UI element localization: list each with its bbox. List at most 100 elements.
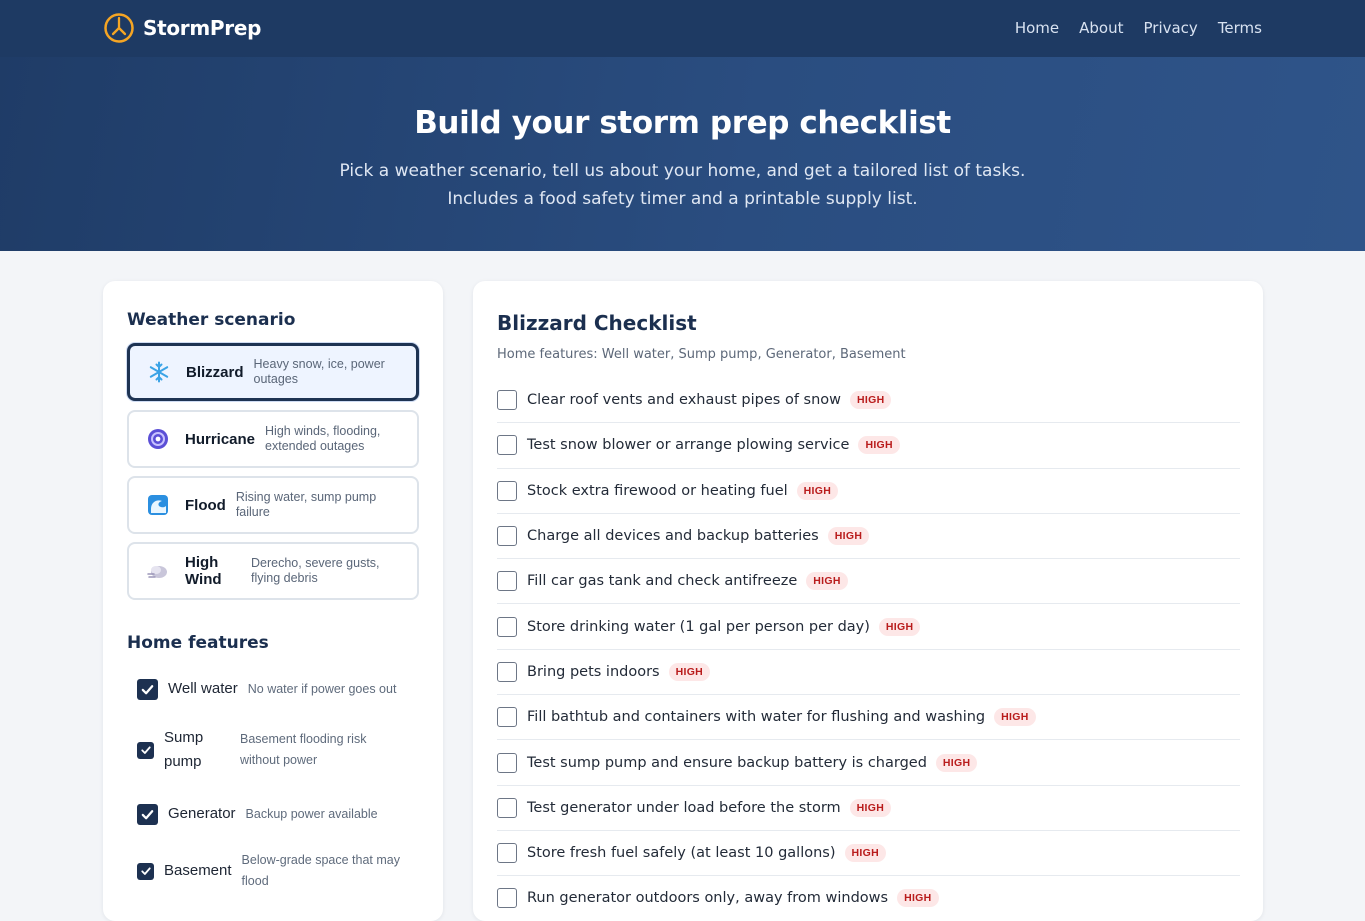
task-label: Store fresh fuel safely (at least 10 gal…: [527, 845, 836, 862]
task-label: Store drinking water (1 gal per person p…: [527, 618, 870, 635]
hero-subtitle: Pick a weather scenario, tell us about y…: [339, 161, 1026, 209]
scenario-desc: High winds, flooding, extended outages: [265, 424, 381, 453]
task-checkbox[interactable]: [497, 526, 517, 547]
checklist-title: Blizzard Checklist: [497, 311, 697, 335]
check-icon: [141, 684, 154, 694]
scenario-name: Flood: [185, 496, 226, 514]
feature-sump-pump[interactable]: Sump pump Basement flooding risk without…: [137, 726, 380, 774]
checkbox-checked[interactable]: [137, 862, 154, 880]
priority-badge: HIGH: [849, 798, 892, 817]
wind-icon: [147, 560, 169, 582]
priority-badge: HIGH: [850, 391, 892, 410]
task-checkbox[interactable]: [497, 888, 517, 909]
feature-well-water[interactable]: Well water No water if power goes out: [137, 677, 396, 701]
checkbox-checked[interactable]: [137, 803, 158, 825]
check-icon: [140, 867, 151, 875]
priority-badge: HIGH: [827, 527, 870, 546]
priority-badge: HIGH: [897, 889, 939, 908]
settings-panel: Weather scenario Blizzard Heavy snow, ic…: [103, 281, 443, 921]
scenario-flood[interactable]: Flood Rising water, sump pump failure: [127, 476, 419, 534]
priority-badge: HIGH: [806, 572, 848, 591]
feature-desc: No water if power goes out: [247, 681, 397, 696]
home-features-summary: Home features: Well water, Sump pump, Ge…: [497, 347, 906, 362]
task-row[interactable]: Charge all devices and backup batteries H…: [497, 514, 1240, 560]
task-label: Test generator under load before the sto…: [527, 799, 841, 816]
task-checkbox[interactable]: [497, 752, 517, 773]
feature-desc: Basement flooding risk without power: [240, 732, 367, 767]
task-checkbox[interactable]: [497, 661, 517, 682]
scenario-desc: Heavy snow, ice, power outages: [253, 357, 385, 386]
task-row[interactable]: Bring pets indoors HIGH: [497, 650, 1240, 696]
snowflake-icon: [148, 361, 170, 383]
task-row[interactable]: Fill car gas tank and check antifreeze HI…: [497, 559, 1240, 605]
features-section-title: Home features: [127, 633, 269, 653]
task-checkbox[interactable]: [497, 390, 517, 411]
hero-banner: Build your storm prep checklist Pick a w…: [0, 57, 1365, 251]
scenario-name: Blizzard: [186, 363, 244, 381]
task-label: Run generator outdoors only, away from w…: [527, 890, 889, 907]
scenario-high-wind[interactable]: High Wind Derecho, severe gusts, flying …: [127, 542, 419, 600]
priority-badge: HIGH: [935, 753, 978, 772]
checkbox-checked[interactable]: [137, 678, 158, 700]
task-row[interactable]: Store fresh fuel safely (at least 10 gal…: [497, 831, 1240, 877]
checklist-panel: Blizzard Checklist Home features: Well w…: [473, 281, 1263, 921]
task-label: Fill bathtub and containers with water f…: [527, 709, 986, 726]
priority-badge: HIGH: [668, 662, 711, 681]
check-icon: [141, 809, 154, 819]
checkbox-checked[interactable]: [137, 741, 154, 759]
scenario-hurricane[interactable]: Hurricane High winds, flooding, extended…: [127, 410, 419, 468]
priority-badge: HIGH: [796, 481, 839, 500]
task-checkbox[interactable]: [497, 797, 517, 818]
task-list: Clear roof vents and exhaust pipes of sn…: [497, 378, 1240, 921]
priority-badge: HIGH: [878, 617, 921, 636]
hurricane-icon: [147, 428, 169, 450]
task-row[interactable]: Fill bathtub and containers with water f…: [497, 695, 1240, 741]
feature-desc: Below-grade space that may flood: [241, 853, 400, 888]
task-label: Test sump pump and ensure backup battery…: [527, 754, 927, 771]
task-checkbox[interactable]: [497, 843, 517, 864]
hero-title: Build your storm prep checklist: [414, 105, 951, 141]
feature-name: Well water: [168, 680, 238, 697]
task-checkbox[interactable]: [497, 707, 517, 728]
scenario-name: High Wind: [185, 554, 222, 588]
task-row[interactable]: Stock extra firewood or heating fuel HIGH: [497, 469, 1240, 514]
feature-generator[interactable]: Generator Backup power available: [137, 802, 378, 826]
scenario-desc: Derecho, severe gusts, flying debris: [251, 556, 380, 585]
task-row[interactable]: Test generator under load before the sto…: [497, 786, 1240, 831]
feature-name: Sump pump: [164, 729, 204, 770]
wave-icon: [147, 494, 169, 516]
task-checkbox[interactable]: [497, 480, 517, 501]
task-checkbox[interactable]: [497, 435, 517, 456]
priority-badge: HIGH: [994, 708, 1036, 727]
priority-badge: HIGH: [858, 436, 900, 455]
nav-home[interactable]: Home: [1015, 19, 1059, 37]
priority-badge: HIGH: [844, 844, 886, 863]
task-row[interactable]: Test sump pump and ensure backup battery…: [497, 740, 1240, 786]
feature-basement[interactable]: Basement Below-grade space that may floo…: [137, 850, 412, 892]
task-checkbox[interactable]: [497, 616, 517, 637]
task-row[interactable]: Test snow blower or arrange plowing serv…: [497, 423, 1240, 469]
nav-about[interactable]: About: [1079, 19, 1123, 37]
scenario-desc: Rising water, sump pump failure: [235, 490, 377, 519]
task-label: Fill car gas tank and check antifreeze: [527, 573, 798, 590]
task-label: Bring pets indoors: [527, 663, 660, 680]
top-navbar: StormPrep Home About Privacy Terms: [0, 0, 1365, 57]
feature-name: Generator: [168, 805, 236, 822]
logo-icon: [104, 13, 134, 43]
brand[interactable]: StormPrep: [103, 12, 261, 44]
task-checkbox[interactable]: [497, 571, 517, 592]
task-label: Charge all devices and backup batteries: [527, 528, 819, 545]
task-row[interactable]: Clear roof vents and exhaust pipes of sn…: [497, 378, 1240, 424]
task-row[interactable]: Store drinking water (1 gal per person p…: [497, 604, 1240, 650]
scenario-blizzard[interactable]: Blizzard Heavy snow, ice, power outages: [127, 343, 419, 401]
brand-name: StormPrep: [143, 16, 262, 40]
nav-terms[interactable]: Terms: [1218, 19, 1262, 37]
task-label: Test snow blower or arrange plowing serv…: [527, 437, 850, 454]
task-label: Stock extra firewood or heating fuel: [527, 482, 788, 499]
task-row[interactable]: Run generator outdoors only, away from w…: [497, 876, 1240, 921]
check-icon: [140, 746, 151, 754]
nav-privacy[interactable]: Privacy: [1144, 19, 1198, 37]
scenario-section-title: Weather scenario: [127, 310, 296, 330]
main-nav: Home About Privacy Terms: [995, 19, 1262, 37]
task-label: Clear roof vents and exhaust pipes of sn…: [527, 392, 842, 409]
